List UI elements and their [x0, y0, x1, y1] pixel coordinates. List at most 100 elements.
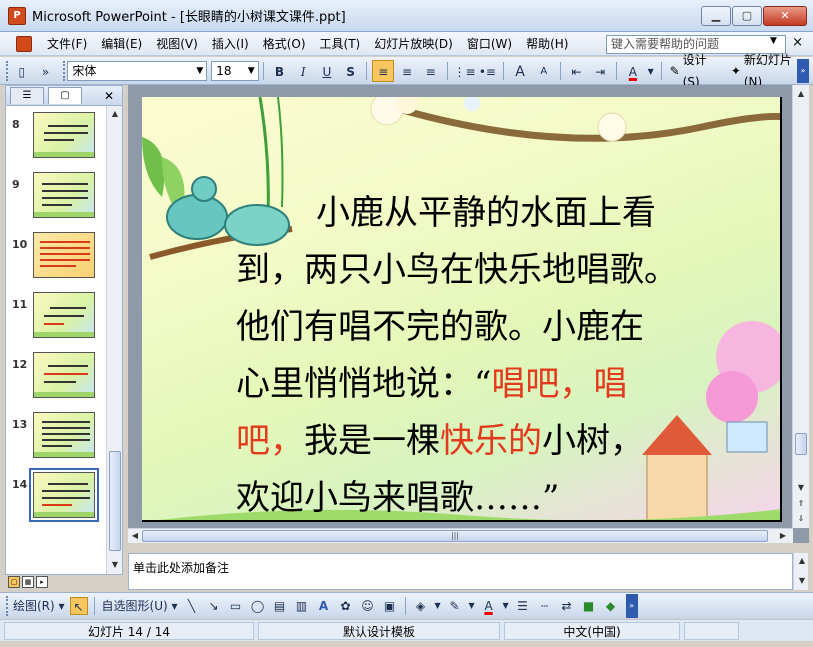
current-slide[interactable]: 小鹿从平静的水面上看 到，两只小鸟在快乐地唱歌。 他们有唱不完的歌。小鹿在 心里…: [142, 97, 782, 522]
slide-vertical-scrollbar[interactable]: ▲ ▼ ⇑ ⇓: [792, 85, 809, 528]
shadow-button[interactable]: S: [340, 60, 362, 82]
line-icon[interactable]: ╲: [183, 597, 201, 615]
chevron-down-icon[interactable]: ▼: [434, 597, 442, 615]
slide-thumbnail[interactable]: [33, 292, 95, 338]
scroll-left-icon[interactable]: ◀: [128, 529, 142, 543]
diagram-icon[interactable]: ✿: [337, 597, 355, 615]
arrow-style-icon[interactable]: ⇄: [558, 597, 576, 615]
minimize-button[interactable]: ▁: [701, 6, 731, 26]
scroll-right-icon[interactable]: ▶: [776, 529, 790, 543]
design-button[interactable]: ✎ 设计(S): [666, 53, 727, 89]
shadow-style-icon[interactable]: ■: [580, 597, 598, 615]
autoshapes-button[interactable]: 自选图形(U) ▾: [99, 595, 181, 617]
slideshow-view-icon[interactable]: ▸: [36, 576, 48, 588]
toolbar-grip[interactable]: [6, 60, 10, 81]
menu-edit[interactable]: 编辑(E): [94, 34, 149, 54]
clipart-icon[interactable]: ☺: [359, 597, 377, 615]
next-slide-icon[interactable]: ⇓: [794, 512, 808, 526]
pane-close-icon[interactable]: ✕: [104, 89, 114, 103]
slide-thumbnail[interactable]: [33, 112, 95, 158]
tab-slides[interactable]: ▢: [48, 87, 82, 104]
insert-picture-icon[interactable]: ▣: [381, 597, 399, 615]
italic-button[interactable]: I: [292, 60, 314, 82]
close-button[interactable]: ✕: [763, 6, 807, 26]
menu-slideshow[interactable]: 幻灯片放映(D): [367, 34, 460, 54]
slide-horizontal-scrollbar[interactable]: ◀ ||| ▶: [128, 528, 793, 543]
line-style-icon[interactable]: ☰: [514, 597, 532, 615]
slide-thumbnail-row[interactable]: 13: [6, 408, 106, 462]
slide-sorter-view-icon[interactable]: ▦: [22, 576, 34, 588]
new-document-icon[interactable]: ▯: [11, 60, 33, 82]
dash-style-icon[interactable]: ┄: [536, 597, 554, 615]
arrow-icon[interactable]: ↘: [205, 597, 223, 615]
scrollbar-thumb[interactable]: |||: [142, 530, 768, 542]
fill-color-icon[interactable]: ◈: [412, 597, 430, 615]
menu-insert[interactable]: 插入(I): [205, 34, 256, 54]
scroll-up-icon[interactable]: ▲: [794, 87, 808, 101]
select-pointer-icon[interactable]: ↖: [69, 596, 88, 615]
3d-style-icon[interactable]: ◆: [602, 597, 620, 615]
slide-thumbnail-row[interactable]: 8: [6, 108, 106, 162]
menu-file[interactable]: 文件(F): [40, 34, 94, 54]
slide-thumbnail-row[interactable]: 11: [6, 288, 106, 342]
document-icon[interactable]: [16, 35, 32, 52]
align-center-icon[interactable]: ≡: [396, 60, 418, 82]
menu-window[interactable]: 窗口(W): [460, 34, 519, 54]
maximize-button[interactable]: ▢: [732, 6, 762, 26]
slides-pane-scrollbar[interactable]: ▲ ▼: [106, 106, 122, 574]
slide-thumbnail-row[interactable]: 9: [6, 168, 106, 222]
slide-text-block[interactable]: 小鹿从平静的水面上看 到，两只小鸟在快乐地唱歌。 他们有唱不完的歌。小鹿在 心里…: [236, 185, 756, 520]
powerpoint-app-icon[interactable]: P: [8, 6, 26, 25]
oval-icon[interactable]: ◯: [249, 597, 267, 615]
normal-view-icon[interactable]: ▢: [8, 576, 20, 588]
toolbar-options-icon[interactable]: »: [797, 59, 809, 83]
rectangle-icon[interactable]: ▭: [227, 597, 245, 615]
wordart-icon[interactable]: A: [315, 597, 333, 615]
decrease-font-size-icon[interactable]: A: [533, 60, 555, 82]
scroll-down-icon[interactable]: ▼: [108, 558, 122, 572]
font-size-select[interactable]: 18 ▼: [211, 60, 259, 81]
slide-thumbnail[interactable]: [33, 352, 95, 398]
toolbar-options-icon[interactable]: »: [625, 593, 638, 618]
increase-font-size-icon[interactable]: A: [509, 60, 531, 82]
menu-tools[interactable]: 工具(T): [313, 34, 368, 54]
slide-thumbnail-row[interactable]: 12: [6, 348, 106, 402]
chevron-down-icon[interactable]: ▼: [646, 60, 656, 82]
scroll-up-icon[interactable]: ▲: [108, 107, 122, 121]
slide-thumbnail-row[interactable]: 14: [6, 468, 106, 522]
slide-thumbnail[interactable]: [33, 232, 95, 278]
line-color-icon[interactable]: ✎: [446, 597, 464, 615]
numbered-list-icon[interactable]: ⋮≡: [453, 60, 476, 82]
scroll-up-icon[interactable]: ▲: [795, 554, 809, 568]
font-name-select[interactable]: 宋体 ▼: [67, 60, 208, 81]
menu-help[interactable]: 帮助(H): [519, 34, 575, 54]
increase-indent-icon[interactable]: ⇥: [589, 60, 611, 82]
menu-view[interactable]: 视图(V): [149, 34, 205, 54]
tab-outline[interactable]: ☰: [10, 87, 44, 104]
menu-format[interactable]: 格式(O): [256, 34, 313, 54]
scroll-down-icon[interactable]: ▼: [794, 481, 808, 495]
notes-scrollbar[interactable]: ▲ ▼: [793, 553, 808, 590]
help-dropdown-icon[interactable]: ▼: [770, 36, 777, 46]
scrollbar-thumb[interactable]: [109, 451, 121, 551]
previous-slide-icon[interactable]: ⇑: [794, 497, 808, 511]
chevron-down-icon[interactable]: ▼: [468, 597, 476, 615]
toolbar-options-icon[interactable]: »: [35, 60, 57, 82]
scroll-down-icon[interactable]: ▼: [795, 574, 809, 588]
underline-button[interactable]: U: [316, 60, 338, 82]
decrease-indent-icon[interactable]: ⇤: [566, 60, 588, 82]
bulleted-list-icon[interactable]: •≡: [477, 60, 499, 82]
scrollbar-thumb[interactable]: [795, 433, 807, 455]
align-left-icon[interactable]: ≡: [372, 59, 395, 82]
slide-thumbnail-row[interactable]: 10: [6, 228, 106, 282]
slide-thumbnail[interactable]: [33, 172, 95, 218]
slide-thumbnail[interactable]: [33, 412, 95, 458]
font-color-icon[interactable]: A: [622, 60, 644, 82]
slide-thumbnail-selected[interactable]: [29, 468, 99, 522]
align-right-icon[interactable]: ≡: [420, 60, 442, 82]
font-color-icon[interactable]: A: [480, 597, 498, 615]
textbox-icon[interactable]: ▤: [271, 597, 289, 615]
draw-menu-button[interactable]: 绘图(R) ▾: [10, 595, 68, 617]
bold-button[interactable]: B: [269, 60, 291, 82]
chevron-down-icon[interactable]: ▼: [502, 597, 510, 615]
